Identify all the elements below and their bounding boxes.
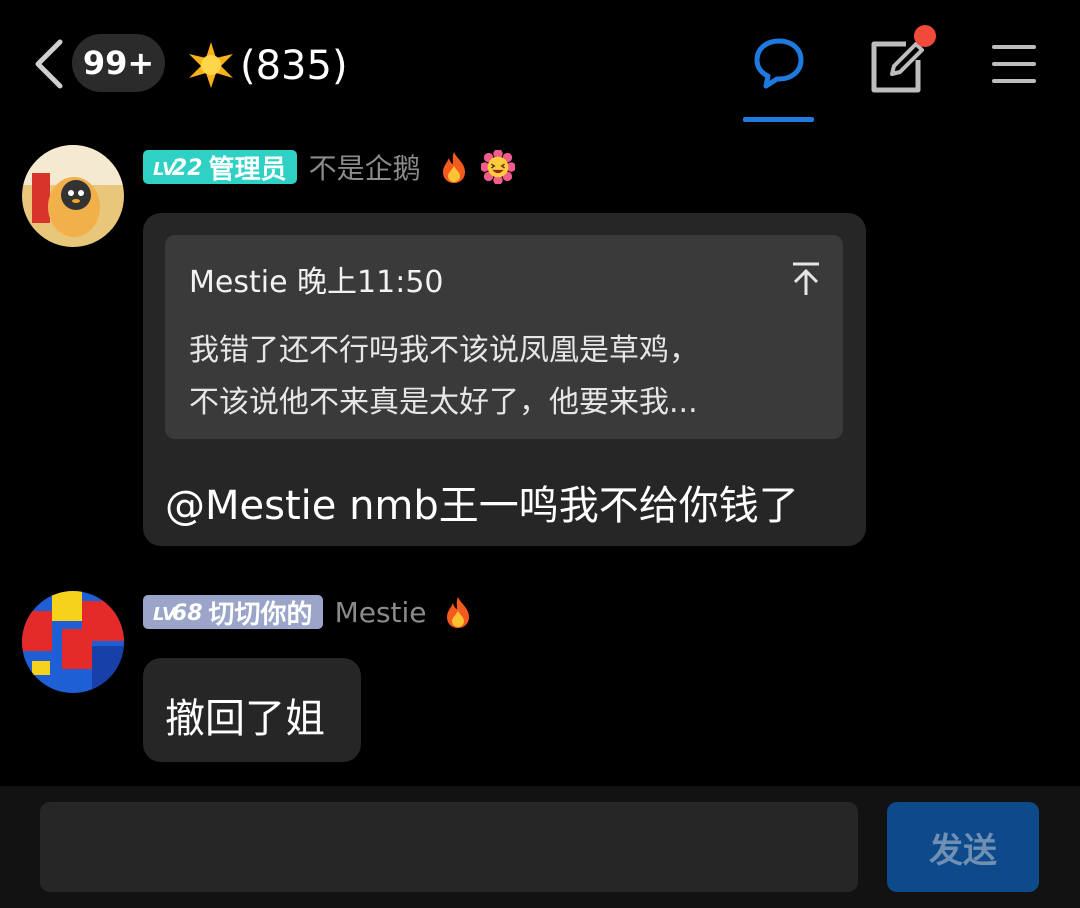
fire-icon <box>442 152 465 183</box>
group-member-count: (835) <box>240 43 348 89</box>
avatar[interactable] <box>22 591 124 693</box>
quote-text-line: 不该说他不来真是太好了，他要来我... <box>189 385 698 420</box>
send-button[interactable]: 发送 <box>887 802 1039 892</box>
chat-screen: 99+ (835) LV22 管理员 不是企鹅 Mestie 晚上11:50 我… <box>0 0 1080 908</box>
role-label: 管理员 <box>208 154 287 185</box>
level-tag: LV22 管理员 <box>143 150 297 185</box>
message-text: 撤回了姐 <box>165 696 325 742</box>
top-bar: 99+ (835) <box>0 0 1080 125</box>
quote-text-line: 我错了还不行吗我不该说凤凰是草鸡， <box>189 333 699 368</box>
sender-name[interactable]: 不是企鹅 <box>309 147 421 187</box>
message-input[interactable] <box>40 802 858 892</box>
sender-name[interactable]: Mestie <box>335 596 427 629</box>
notification-dot <box>914 25 936 47</box>
role-label: 切切你的 <box>208 599 313 630</box>
chat-bubble-icon <box>754 38 804 89</box>
tab-active-indicator <box>743 117 814 122</box>
quoted-message[interactable]: Mestie 晚上11:50 我错了还不行吗我不该说凤凰是草鸡， 不该说他不来真… <box>165 235 843 439</box>
menu-icon[interactable] <box>990 42 1040 86</box>
message-bubble[interactable]: 撤回了姐 <box>143 658 361 762</box>
laughing-face-icon <box>480 150 515 184</box>
avatar[interactable] <box>22 145 124 247</box>
back-arrow-icon[interactable] <box>30 38 66 90</box>
level-tag: LV68 切切你的 <box>143 595 323 630</box>
fire-icon <box>446 597 469 628</box>
star-icon <box>186 40 236 90</box>
unread-badge[interactable]: 99+ <box>72 34 165 92</box>
message-text: @Mestie nmb王一鸣我不给你钱了 <box>165 483 799 529</box>
tab-chat[interactable] <box>743 30 814 122</box>
composer-bar: 发送 <box>0 786 1080 908</box>
message-meta: LV68 切切你的 Mestie <box>143 593 475 631</box>
message-bubble[interactable]: Mestie 晚上11:50 我错了还不行吗我不该说凤凰是草鸡， 不该说他不来真… <box>143 213 866 546</box>
message-meta: LV22 管理员 不是企鹅 <box>143 148 515 186</box>
jump-to-original-icon[interactable] <box>789 261 823 297</box>
quote-author-time: Mestie 晚上11:50 <box>189 265 444 300</box>
